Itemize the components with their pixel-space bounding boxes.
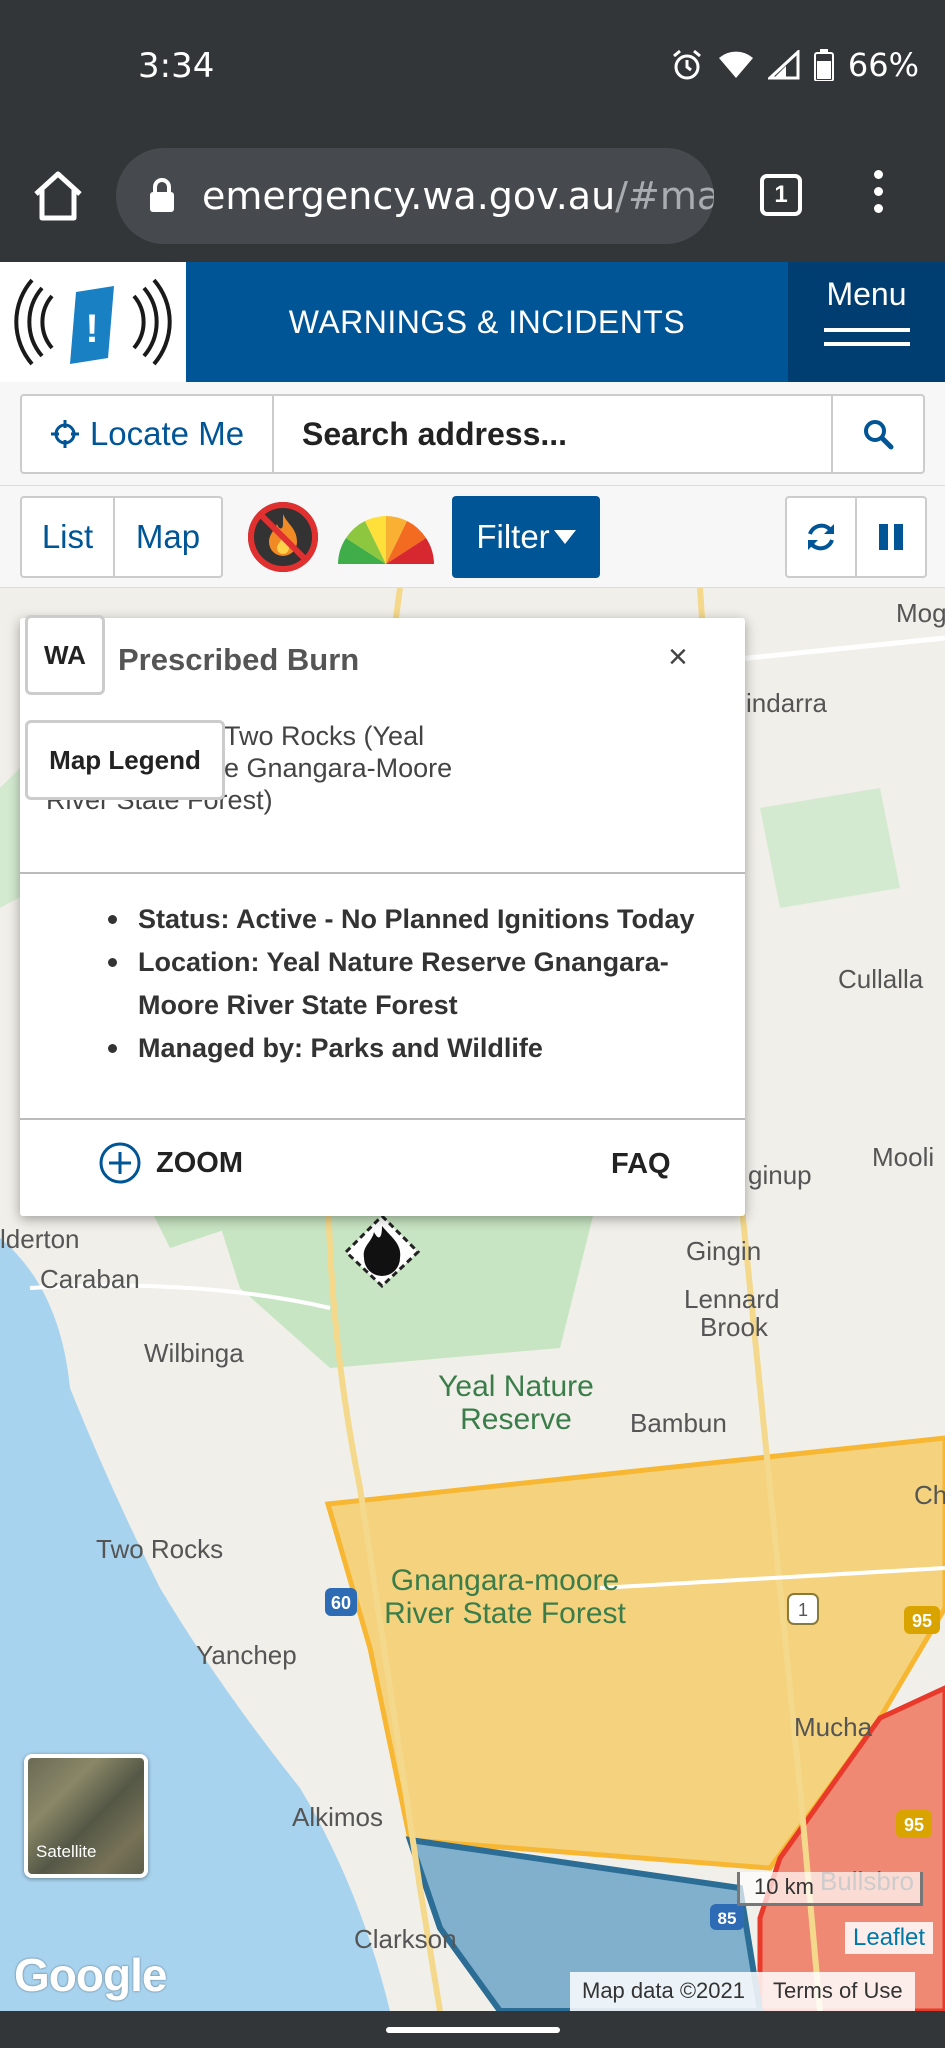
- leaflet-link[interactable]: Leaflet: [845, 1922, 934, 1954]
- filter-button[interactable]: Filter: [452, 496, 600, 578]
- map-label-clarkson: Clarkson: [354, 1924, 457, 1954]
- map-label-mog: Mog: [896, 598, 945, 628]
- incident-popup: Prescribed Burn × Two Rocks (Yeal e Gnan…: [20, 618, 745, 1216]
- satellite-toggle-button[interactable]: Satellite: [24, 1754, 148, 1878]
- road-shield-60: 60: [331, 1593, 351, 1613]
- address-bar[interactable]: emergency.wa.gov.au/#map/: [116, 148, 714, 244]
- map-label-alkimos: Alkimos: [292, 1802, 384, 1832]
- url-host: emergency.wa.gov.au: [202, 174, 616, 218]
- lock-icon: [150, 178, 174, 212]
- site-header: ! WARNINGS & INCIDENTS Menu: [0, 262, 945, 382]
- status-time: 3:34: [138, 46, 215, 86]
- url-path: /#map/: [615, 174, 714, 218]
- map-label-gingin: Gingin: [686, 1236, 762, 1266]
- google-logo: Google: [14, 1949, 167, 2001]
- crosshair-icon: [50, 420, 79, 448]
- zoom-label: ZOOM: [156, 1146, 243, 1179]
- popup-title: Prescribed Burn: [118, 642, 360, 677]
- map-legend-button[interactable]: Map Legend: [25, 720, 225, 800]
- system-nav-bar: [0, 2011, 945, 2048]
- home-gesture-handle[interactable]: [386, 2027, 560, 2033]
- map-label-lennard: Lennard: [684, 1284, 780, 1314]
- pause-icon: [879, 524, 903, 550]
- detail-location: Location: Yeal Nature Reserve Gnangara-M…: [108, 941, 728, 1027]
- map-label-ch: Ch: [914, 1480, 945, 1510]
- zoom-button[interactable]: ZOOM: [98, 1141, 243, 1185]
- faq-link[interactable]: FAQ: [611, 1148, 671, 1181]
- menu-button[interactable]: Menu: [788, 262, 945, 382]
- search-icon: [864, 420, 894, 450]
- wa-region-button[interactable]: WA: [25, 615, 105, 695]
- detail-status: Status: Active - No Planned Ignitions To…: [108, 898, 728, 941]
- road-shield-85: 85: [718, 1909, 737, 1928]
- park-label-gnangara: Gnangara-moore River State Forest: [384, 1564, 626, 1630]
- refresh-icon: [808, 523, 834, 551]
- map-data-text: Map data ©2021: [582, 1978, 745, 2003]
- menu-label: Menu: [826, 276, 907, 312]
- map-label-ginup: ginup: [748, 1160, 812, 1190]
- status-bar: 3:34 66%: [0, 0, 945, 130]
- site-title: WARNINGS & INCIDENTS: [288, 304, 686, 340]
- map-label-two-rocks: Two Rocks: [96, 1534, 224, 1564]
- map-label-yanchep: Yanchep: [196, 1640, 297, 1670]
- locate-me-button[interactable]: Locate Me: [20, 394, 272, 474]
- map-label-brook: Brook: [700, 1312, 768, 1342]
- plus-circle-icon: [99, 1142, 141, 1184]
- filter-label: Filter: [476, 518, 550, 555]
- alarm-icon: [672, 49, 701, 80]
- total-fire-ban-icon[interactable]: [246, 500, 320, 574]
- road-shield-1: 1: [798, 1600, 808, 1620]
- popup-close-button[interactable]: ×: [668, 638, 688, 677]
- map-label-mucha: Mucha: [794, 1712, 873, 1742]
- popup-divider-top: [20, 872, 745, 874]
- detail-managed-by: Managed by: Parks and Wildlife: [108, 1027, 728, 1070]
- browser-menu-icon[interactable]: [870, 170, 886, 224]
- map-toolbar: List Map Filter: [0, 486, 945, 588]
- search-row: Locate Me: [0, 382, 945, 486]
- map-label-lderton: lderton: [0, 1224, 80, 1254]
- refresh-button[interactable]: [785, 496, 857, 578]
- popup-divider-bottom: [20, 1118, 745, 1120]
- pause-button[interactable]: [855, 496, 927, 578]
- browser-toolbar: emergency.wa.gov.au/#map/ 1: [0, 130, 945, 262]
- battery-icon: [813, 49, 834, 81]
- signal-icon: [767, 50, 800, 80]
- map-view-button[interactable]: Map: [113, 496, 223, 578]
- road-shield-95: 95: [912, 1611, 932, 1631]
- status-icons: 66%: [670, 46, 919, 84]
- prescribed-burn-marker-icon[interactable]: [342, 1212, 422, 1288]
- wifi-icon: [718, 51, 753, 78]
- search-address-input[interactable]: [272, 394, 833, 474]
- map-label-mooli: Mooli: [872, 1142, 935, 1172]
- alert-logo-icon: !: [14, 278, 172, 366]
- hamburger-icon: [824, 328, 910, 356]
- popup-details-list: Status: Active - No Planned Ignitions To…: [108, 898, 728, 1070]
- locate-me-label: Locate Me: [89, 415, 245, 452]
- map-label-bambun: Bambun: [630, 1408, 727, 1438]
- map-label-caraban: Caraban: [40, 1264, 140, 1294]
- caret-down-icon: [553, 530, 576, 544]
- map-scale: 10 km: [737, 1872, 923, 1906]
- map-label-wilbinga: Wilbinga: [144, 1338, 244, 1368]
- search-button[interactable]: [833, 394, 925, 474]
- svg-text:!: !: [85, 307, 98, 351]
- map-label-cullalla: Cullalla: [838, 964, 924, 994]
- map-attribution: Map data ©2021 Terms of Use: [570, 1972, 915, 2011]
- park-label-yeal: Yeal Nature Reserve: [438, 1370, 594, 1436]
- list-view-button[interactable]: List: [20, 496, 115, 578]
- road-shield-95-lower: 95: [904, 1815, 924, 1835]
- tab-switcher-button[interactable]: 1: [760, 174, 802, 216]
- map-label-indarra: indarra: [746, 688, 827, 718]
- fire-danger-rating-icon[interactable]: [332, 506, 440, 568]
- site-logo[interactable]: !: [0, 262, 186, 382]
- terms-link[interactable]: Terms of Use: [773, 1978, 903, 2006]
- battery-percent: 66%: [847, 46, 919, 84]
- satellite-label: Satellite: [36, 1842, 97, 1861]
- home-icon[interactable]: [28, 166, 88, 226]
